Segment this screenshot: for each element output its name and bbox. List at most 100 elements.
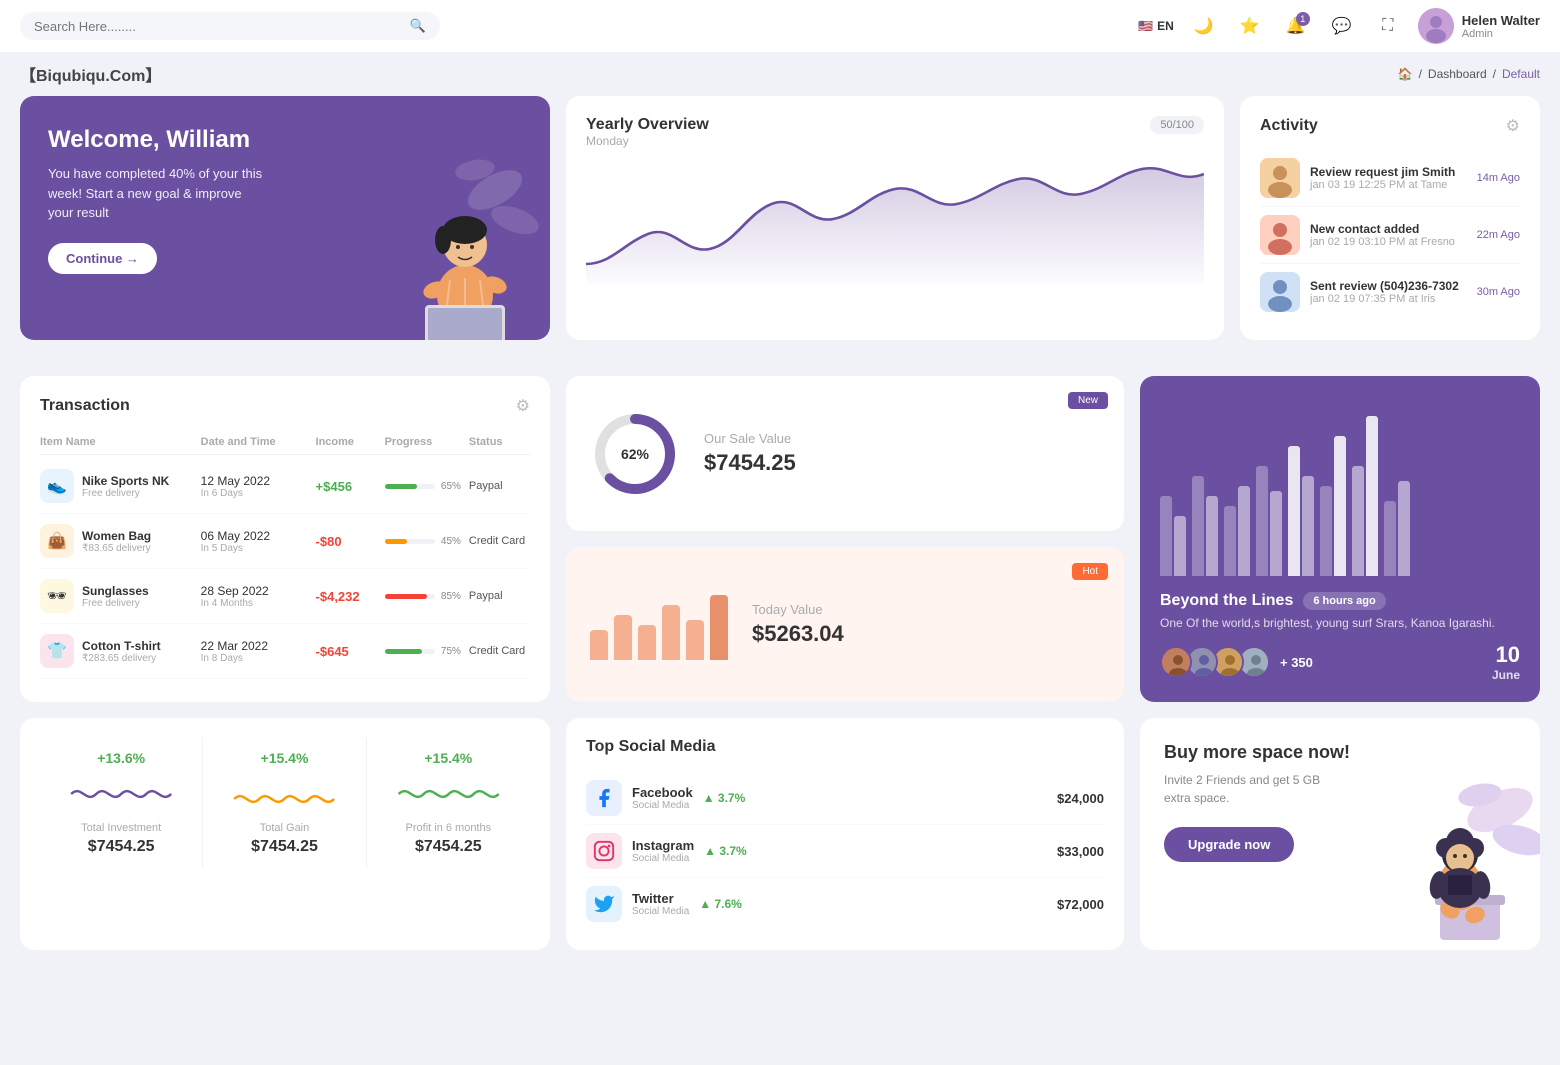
today-value-card: Hot Today Value $5263.04 <box>566 547 1124 702</box>
instagram-amount: $33,000 <box>1057 844 1104 859</box>
buy-space-desc: Invite 2 Friends and get 5 GB extra spac… <box>1164 771 1344 807</box>
middle-column: New 62% Our Sale Value $7454.25 Hot <box>566 376 1124 702</box>
profit-percent: +15.4% <box>383 750 514 766</box>
income-cell-2: -$4,232 <box>316 589 377 604</box>
date-cell-2: 28 Sep 2022 In 4 Months <box>201 584 308 609</box>
gain-label: Total Gain <box>219 822 349 834</box>
bar-group-8 <box>1384 481 1410 576</box>
twitter-sub: Social Media <box>632 906 689 917</box>
beyond-footer: + 350 10 June <box>1160 642 1520 682</box>
item-name-2: Sunglasses <box>82 584 149 598</box>
gain-wave <box>219 774 349 814</box>
bar-2 <box>614 615 632 660</box>
bottom-row: +13.6% Total Investment $7454.25 +15.4% … <box>0 702 1560 966</box>
user-profile[interactable]: Helen Walter Admin <box>1418 8 1540 44</box>
right-column-card: 📊 ⚙ 🛒 Beyond the Lines 6 hours ago One O… <box>1140 376 1540 702</box>
twitter-name: Twitter <box>632 891 689 906</box>
transaction-header: Transaction ⚙ <box>40 396 530 416</box>
sale-value-card: New 62% Our Sale Value $7454.25 <box>566 376 1124 531</box>
sale-info: Our Sale Value $7454.25 <box>704 431 796 476</box>
buy-space-card: Buy more space now! Invite 2 Friends and… <box>1140 718 1540 950</box>
today-info: Today Value $5263.04 <box>752 602 844 647</box>
date-cell-0: 12 May 2022 In 6 Days <box>201 474 308 499</box>
bar-group-4 <box>1256 466 1282 576</box>
activity-thumb-0 <box>1260 158 1300 198</box>
twitter-icon <box>586 886 622 922</box>
beyond-date: 10 June <box>1492 642 1520 682</box>
new-badge: New <box>1068 392 1108 409</box>
search-bar[interactable]: 🔍 <box>20 12 440 40</box>
user-name: Helen Walter <box>1462 13 1540 28</box>
yearly-overview-card: Yearly Overview Monday 50/100 <box>566 96 1224 340</box>
continue-button[interactable]: Continue → <box>48 243 157 274</box>
svg-text:62%: 62% <box>621 446 650 462</box>
beyond-section: Beyond the Lines 6 hours ago One Of the … <box>1160 592 1520 682</box>
search-input[interactable] <box>34 19 402 34</box>
activity-time-1: 22m Ago <box>1477 229 1520 241</box>
date-cell-1: 06 May 2022 In 5 Days <box>201 529 308 554</box>
gain-value: $7454.25 <box>219 838 349 856</box>
item-sub-0: Free delivery <box>82 488 169 499</box>
message-icon[interactable]: 💬 <box>1326 10 1358 42</box>
profit-wave <box>383 774 514 814</box>
bar-group-3 <box>1224 486 1250 576</box>
income-cell-1: -$80 <box>316 534 377 549</box>
facebook-change: ▲ 3.7% <box>703 791 746 805</box>
income-cell-0: +$456 <box>316 479 377 494</box>
welcome-card: Welcome, William You have completed 40% … <box>20 96 550 340</box>
activity-item-0: Review request jim Smith jan 03 19 12:25… <box>1260 150 1520 207</box>
language-selector[interactable]: 🇺🇸 EN <box>1138 19 1174 33</box>
social-title: Top Social Media <box>586 738 1104 756</box>
investment-value: $7454.25 <box>56 838 186 856</box>
bookmark-icon[interactable]: ⭐ <box>1234 10 1266 42</box>
bar-5 <box>686 620 704 660</box>
stats-grid: +13.6% Total Investment $7454.25 +15.4% … <box>40 738 530 868</box>
activity-item-1: New contact added jan 02 19 03:10 PM at … <box>1260 207 1520 264</box>
social-item-instagram: Instagram Social Media ▲ 3.7% $33,000 <box>586 825 1104 878</box>
item-cell-2: 🕶 Sunglasses Free delivery <box>40 579 193 613</box>
bar-6 <box>710 595 728 660</box>
top-navigation: 🔍 🇺🇸 EN 🌙 ⭐ 🔔 1 💬 ⛶ Helen Walter <box>0 0 1560 52</box>
nav-icons: 🇺🇸 EN 🌙 ⭐ 🔔 1 💬 ⛶ Helen Walter Admin <box>1138 8 1540 44</box>
item-name-3: Cotton T-shirt <box>82 639 161 653</box>
dark-mode-toggle[interactable]: 🌙 <box>1188 10 1220 42</box>
activity-text-1: New contact added jan 02 19 03:10 PM at … <box>1310 222 1455 248</box>
avatars-row <box>1160 646 1264 678</box>
beyond-time: 6 hours ago <box>1303 592 1385 610</box>
facebook-name: Facebook <box>632 785 693 800</box>
activity-list: Review request jim Smith jan 03 19 12:25… <box>1260 150 1520 320</box>
bar-chart-area <box>1160 396 1520 576</box>
transaction-title: Transaction <box>40 397 130 415</box>
breadcrumb-bar: 【Biqubiqu.Com】 🏠 / Dashboard / Default <box>0 52 1560 96</box>
bar-group-5 <box>1288 446 1314 576</box>
profit-value: $7454.25 <box>383 838 514 856</box>
upgrade-button[interactable]: Upgrade now <box>1164 827 1294 862</box>
activity-card: Activity ⚙ Review request jim Smith jan … <box>1240 96 1540 340</box>
bar-group-7 <box>1352 416 1378 576</box>
today-label: Today Value <box>752 602 844 617</box>
table-header: Item Name Date and Time Income Progress … <box>40 430 530 455</box>
space-illustration <box>1360 718 1540 950</box>
transaction-settings-icon[interactable]: ⚙ <box>516 396 530 416</box>
status-cell-2: Paypal <box>469 590 530 602</box>
activity-text-0: Review request jim Smith jan 03 19 12:25… <box>1310 165 1455 191</box>
item-cell-0: 👟 Nike Sports NK Free delivery <box>40 469 193 503</box>
date-cell-3: 22 Mar 2022 In 8 Days <box>201 639 308 664</box>
item-name-1: Women Bag <box>82 529 151 543</box>
instagram-icon <box>586 833 622 869</box>
activity-header: Activity ⚙ <box>1260 116 1520 136</box>
fullscreen-icon[interactable]: ⛶ <box>1372 10 1404 42</box>
progress-cell-0: 65% <box>385 481 461 492</box>
activity-settings-icon[interactable]: ⚙ <box>1506 116 1520 136</box>
instagram-name: Instagram <box>632 838 694 853</box>
dashboard-link[interactable]: Dashboard <box>1428 67 1487 81</box>
facebook-amount: $24,000 <box>1057 791 1104 806</box>
item-icon-0: 👟 <box>40 469 74 503</box>
investment-percent: +13.6% <box>56 750 186 766</box>
item-sub-3: ₹283.65 delivery <box>82 653 161 664</box>
notification-bell[interactable]: 🔔 1 <box>1280 10 1312 42</box>
breadcrumb: 🏠 / Dashboard / Default <box>1398 67 1540 81</box>
activity-thumb-1 <box>1260 215 1300 255</box>
yearly-header: Yearly Overview Monday 50/100 <box>586 116 1204 148</box>
home-icon[interactable]: 🏠 <box>1398 67 1413 81</box>
